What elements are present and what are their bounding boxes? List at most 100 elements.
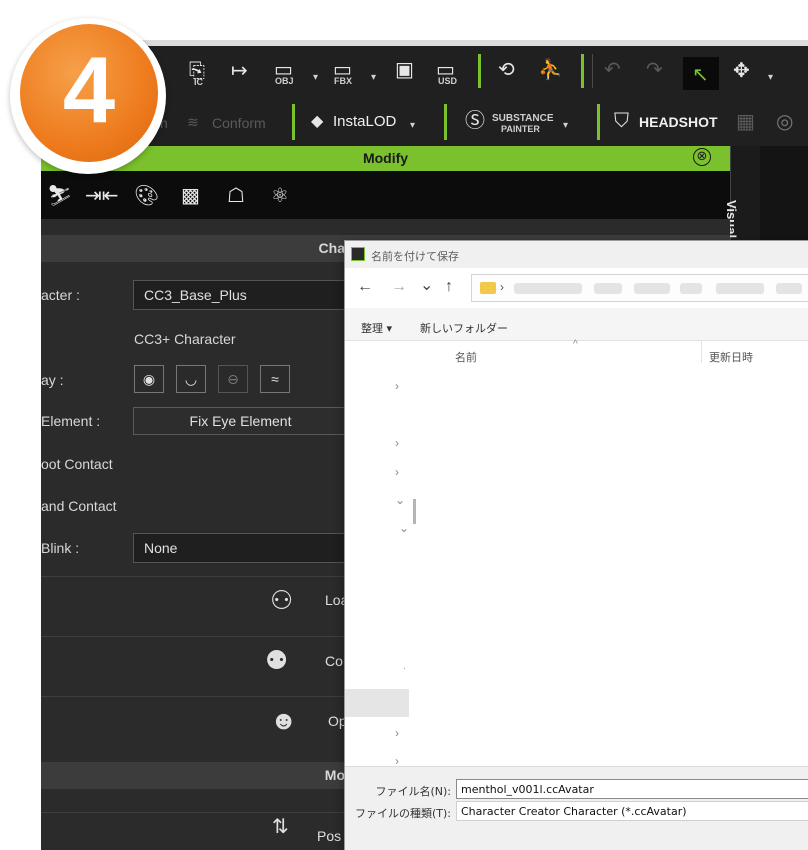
character-name-field[interactable]: CC3_Base_Plus: [133, 280, 348, 310]
toolbar-separator: [478, 54, 481, 88]
chevron-down-icon[interactable]: ⌄: [399, 521, 409, 535]
address-segment[interactable]: [680, 283, 702, 294]
sort-ascending-icon: ^: [573, 339, 578, 350]
column-divider[interactable]: [701, 341, 702, 363]
motion-section-title: Mo: [324, 767, 345, 783]
convert-head-icon[interactable]: ⚉: [265, 645, 288, 676]
obj-dropdown-caret[interactable]: ▾: [313, 72, 318, 83]
checker-icon[interactable]: ▩: [181, 183, 200, 208]
palette-icon[interactable]: 🎨︎: [134, 183, 159, 208]
character-section-title: Cha: [318, 240, 345, 256]
address-bar[interactable]: ›: [471, 274, 808, 302]
substance-label-top[interactable]: SUBSTANCE: [492, 113, 553, 124]
address-segment[interactable]: [594, 283, 622, 294]
eye-icon: ◉: [142, 371, 156, 387]
pane-splitter[interactable]: [413, 499, 416, 524]
display-eye-lower-button[interactable]: ◡: [176, 365, 206, 393]
dialog-title: 名前を付けて保存: [371, 250, 459, 263]
chevron-right-icon[interactable]: ›: [395, 379, 399, 393]
chevron-right-icon[interactable]: ›: [395, 726, 399, 740]
fbx-export-label: FBX: [334, 76, 352, 86]
name-column-header[interactable]: 名前: [455, 349, 477, 365]
optimize-head-icon[interactable]: ☻: [270, 705, 297, 736]
move-icon[interactable]: ✥: [733, 61, 750, 81]
substance-label-bottom[interactable]: PAINTER: [501, 124, 540, 134]
chevron-right-icon[interactable]: ›: [395, 465, 399, 479]
redo-icon[interactable]: ↷: [646, 60, 663, 80]
navigation-selected-item[interactable]: [345, 689, 409, 717]
align-icon[interactable]: ⇥⇤: [85, 183, 119, 208]
headshot-icon: ⛉: [614, 110, 629, 132]
display-label: ay :: [41, 372, 64, 388]
modify-title: Modify: [362, 150, 409, 166]
character-label: acter :: [41, 287, 80, 303]
filename-input[interactable]: menthol_v001l.ccAvatar: [456, 779, 808, 799]
display-eyelash-button[interactable]: ≈: [260, 365, 290, 393]
head-icon[interactable]: ☖: [227, 183, 245, 208]
modify-tab-bar: ⛷ ⇥⇤ 🎨︎ ▩ ☖ ⚛: [41, 171, 730, 219]
dialog-titlebar: 名前を付けて保存: [345, 241, 808, 268]
back-icon[interactable]: ←: [357, 278, 373, 296]
conform-icon: ≋: [187, 114, 199, 130]
file-list[interactable]: 名前 ^ 更新日時: [425, 339, 808, 766]
undo-icon[interactable]: ↶: [604, 60, 621, 80]
tree-marker: ·: [403, 663, 406, 673]
display-mouth-button[interactable]: ⊖: [218, 365, 248, 393]
dialog-navigation-bar: ← → ⌄ ↑ ›: [345, 268, 808, 308]
select-icon: ↖: [692, 64, 709, 86]
address-segment[interactable]: [514, 283, 582, 294]
pose-sort-icon[interactable]: ⇅: [272, 814, 289, 839]
chevron-right-icon[interactable]: ›: [395, 436, 399, 450]
up-icon[interactable]: ↑: [445, 278, 453, 296]
eye-element-label: Element :: [41, 413, 101, 429]
motion-icon[interactable]: ⛷: [47, 183, 72, 208]
address-segment[interactable]: [716, 283, 764, 294]
usd-export-label: USD: [438, 76, 458, 86]
grid-icon[interactable]: ▦: [736, 112, 755, 132]
step-number: 4: [62, 37, 116, 142]
filetype-select[interactable]: Character Creator Character (*.ccAvatar): [456, 801, 808, 821]
chevron-down-icon[interactable]: ⌄: [395, 493, 405, 507]
filename-label: ファイル名(N):: [375, 785, 451, 798]
instalod-dropdown-caret[interactable]: ▾: [410, 120, 415, 131]
save-as-dialog: 名前を付けて保存 ← → ⌄ ↑ › 整理 ▾ 新しいフォルダー › › › ⌄…: [344, 240, 808, 850]
fix-eye-element-button[interactable]: Fix Eye Element: [133, 407, 348, 435]
address-separator: ›: [500, 280, 504, 294]
atom-icon[interactable]: ⚛: [271, 183, 289, 208]
head-scan-icon[interactable]: ◎: [776, 112, 793, 132]
eye-lower-icon: ◡: [184, 371, 198, 387]
substance-dropdown-caret[interactable]: ▾: [563, 120, 568, 131]
eyelash-icon: ≈: [271, 371, 279, 387]
organize-menu[interactable]: 整理 ▾: [361, 320, 392, 336]
load-head-icon[interactable]: ⚇: [270, 585, 293, 616]
toolbar-separator: [592, 54, 593, 88]
select-tool-button[interactable]: ↖: [683, 57, 719, 90]
date-column-header[interactable]: 更新日時: [709, 349, 753, 365]
address-segment[interactable]: [634, 283, 670, 294]
toolbar-separator: [292, 104, 295, 140]
forward-icon[interactable]: →: [391, 278, 407, 296]
conform-button[interactable]: Conform: [212, 115, 266, 131]
pose-icon[interactable]: ⛹: [538, 60, 563, 80]
blink-select[interactable]: None: [133, 533, 348, 563]
screen-icon[interactable]: ▣: [395, 60, 414, 80]
viewport-edge: [760, 146, 808, 246]
close-icon[interactable]: ⊗: [693, 148, 711, 166]
obj-export-label: OBJ: [275, 76, 294, 86]
address-segment[interactable]: [776, 283, 802, 294]
instalod-button[interactable]: InstaLOD: [333, 113, 396, 130]
recent-dropdown-icon[interactable]: ⌄: [420, 275, 433, 295]
instalod-icon: ◆: [311, 113, 324, 130]
display-eye-button[interactable]: ◉: [134, 365, 164, 393]
app-icon: [351, 247, 365, 261]
rotate-view-icon[interactable]: ⟲: [498, 60, 515, 80]
headshot-button[interactable]: HEADSHOT: [639, 114, 718, 130]
pose-action-label[interactable]: Pos: [317, 828, 341, 844]
toolbar-separator: [581, 54, 584, 88]
convert-action-label[interactable]: Co: [325, 653, 343, 669]
fbx-dropdown-caret[interactable]: ▾: [371, 72, 376, 83]
export-icon[interactable]: ↦: [231, 61, 248, 81]
move-dropdown-caret[interactable]: ▾: [768, 72, 773, 83]
new-folder-button[interactable]: 新しいフォルダー: [420, 320, 508, 336]
app-window: ⎘ IC ↦ ▭ OBJ ▾ ▭ FBX ▾ ▣ ▭ USD ⟲ ⛹ ↶ ↷ ↖…: [0, 0, 808, 850]
